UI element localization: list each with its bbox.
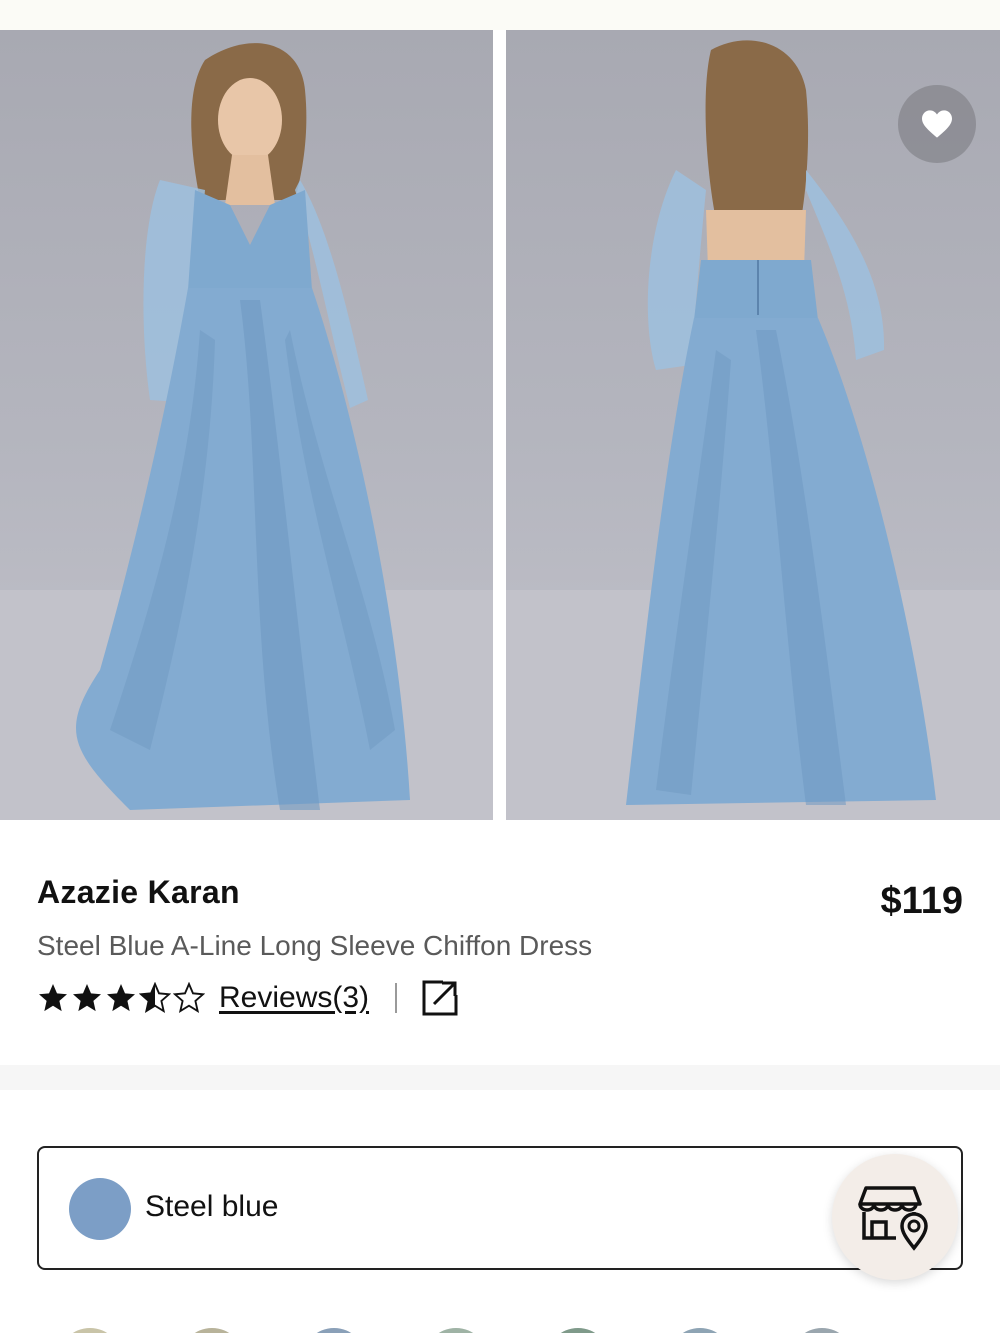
star-full-icon bbox=[107, 984, 135, 1012]
product-subtitle: Steel Blue A-Line Long Sleeve Chiffon Dr… bbox=[37, 930, 593, 961]
product-info: Azazie Karan $119 Steel Blue A-Line Long… bbox=[0, 820, 1000, 1065]
star-full-icon bbox=[39, 984, 67, 1012]
divider bbox=[395, 983, 398, 1013]
rating-row: Reviews(3) bbox=[37, 978, 460, 1018]
top-strip bbox=[0, 0, 1000, 30]
product-price: $119 bbox=[880, 880, 963, 922]
external-link-icon[interactable] bbox=[421, 979, 460, 1017]
color-swatch[interactable] bbox=[424, 1328, 488, 1333]
store-locator-icon bbox=[858, 1186, 928, 1251]
section-divider bbox=[0, 1065, 1000, 1090]
favorite-button[interactable] bbox=[898, 85, 976, 163]
star-rating bbox=[37, 982, 205, 1014]
color-swatch[interactable] bbox=[546, 1328, 610, 1333]
color-swatch[interactable] bbox=[668, 1328, 732, 1333]
color-selector[interactable]: Steel blue bbox=[37, 1146, 963, 1270]
color-swatch[interactable] bbox=[790, 1328, 854, 1333]
color-swatch[interactable] bbox=[58, 1328, 122, 1333]
color-swatch-row[interactable] bbox=[0, 1322, 1000, 1333]
color-swatch[interactable] bbox=[302, 1328, 366, 1333]
product-gallery[interactable] bbox=[0, 30, 1000, 820]
product-image-front[interactable] bbox=[0, 30, 493, 820]
color-swatch[interactable] bbox=[180, 1328, 244, 1333]
reviews-link[interactable]: Reviews(3) bbox=[219, 981, 369, 1015]
dress-front-illustration bbox=[0, 43, 493, 820]
product-brand: Azazie Karan bbox=[37, 874, 240, 910]
star-full-icon bbox=[73, 984, 101, 1012]
heart-icon bbox=[922, 110, 952, 138]
selected-color-swatch bbox=[69, 1178, 131, 1240]
store-locator-button[interactable] bbox=[832, 1154, 958, 1280]
selected-color-name: Steel blue bbox=[145, 1190, 279, 1223]
star-half-icon bbox=[139, 982, 171, 1014]
star-empty-icon bbox=[173, 982, 205, 1014]
